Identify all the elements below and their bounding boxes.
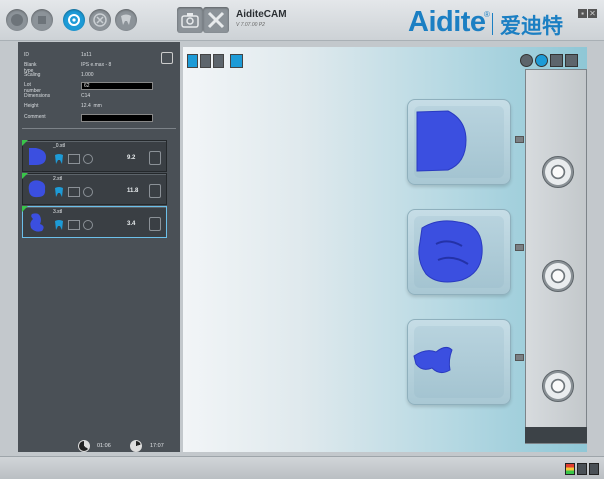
view-tooth-button[interactable] [187,54,198,68]
restoration-thumbnail [29,148,46,165]
view-bridge-button[interactable] [200,54,211,68]
restoration-thumbnail [30,213,44,232]
remaining-time: 17:07 [150,443,164,449]
brand-logo-cn: 爱迪特 [500,15,563,38]
divider [22,128,176,129]
job-card[interactable]: _0.stl 9.2 [22,140,167,172]
app-title: AiditeCAM [236,9,287,20]
stop-icon [38,16,46,24]
restoration-model [413,346,453,374]
close-icon[interactable]: ✕ [588,9,597,18]
brand-logo-en: Aidite [408,6,486,38]
tooth-icon [55,220,63,230]
screw-icon [542,370,574,402]
brand-separator [492,13,493,35]
display-mode-button[interactable] [520,54,533,67]
material-blank[interactable] [407,319,511,405]
display-solid-button[interactable] [535,54,548,67]
stop-button[interactable] [31,9,53,31]
camera-button[interactable] [177,7,203,33]
elapsed-clock-icon [78,440,90,452]
remaining-clock-icon [130,440,142,452]
blank-peg [515,244,524,251]
info-icon[interactable] [589,463,599,475]
app-window: AiditeCAM V 7.07.00 P2 Aidite ® 爱迪特 ▪ ✕ I… [0,0,604,479]
connector-icon [83,154,93,164]
tooth-icon [121,14,131,25]
app-version: V 7.07.00 P2 [236,22,265,28]
window-controls: ▪ ✕ [577,3,599,18]
lot-number-field[interactable]: 62 [81,82,153,90]
job-panel: ID 1s11 Blank type IPS e.max - 8 Scaling… [18,42,180,452]
gear-icon [68,14,80,26]
camera-icon [181,13,199,28]
3d-viewport[interactable] [183,47,587,452]
bridge-icon [68,154,80,164]
tool-icon[interactable] [149,184,161,198]
top-toolbar: AiditeCAM V 7.07.00 P2 Aidite ® 爱迪特 ▪ ✕ [0,0,604,41]
status-light-icon [565,463,575,475]
display-box-button[interactable] [565,54,578,67]
material-blank[interactable] [407,99,511,185]
view-material-button[interactable] [230,54,243,68]
registered-mark: ® [484,10,490,19]
tooth-button[interactable] [115,9,137,31]
restoration-model [418,220,483,283]
holder-base [525,427,587,443]
tool-icon[interactable] [149,217,161,231]
bridge-icon [68,187,80,197]
blank-peg [515,136,524,143]
comment-field[interactable] [81,114,153,122]
tools-button[interactable] [203,7,229,33]
cancel-button[interactable] [89,9,111,31]
screw-icon [542,260,574,292]
material-blank[interactable] [407,209,511,295]
cancel-icon [93,13,107,27]
restoration-model [416,110,467,172]
tool-icon[interactable] [149,151,161,165]
display-grid-button[interactable] [550,54,563,67]
blank-info-icon[interactable] [161,52,173,64]
machine-icon[interactable] [577,463,587,475]
elapsed-time: 01:06 [97,443,111,449]
tools-icon [207,11,225,29]
connector-icon [83,187,93,197]
tooth-icon [55,154,63,164]
screw-icon [542,156,574,188]
settings-button[interactable] [63,9,85,31]
milling-holder [525,69,587,444]
view-blank-button[interactable] [213,54,224,68]
connector-icon [83,220,93,230]
restoration-thumbnail [28,180,46,198]
tooth-icon [55,187,63,197]
blank-peg [515,354,524,361]
job-card[interactable]: 2.stl 11.8 [22,173,167,205]
bridge-icon [68,220,80,230]
minimize-icon[interactable]: ▪ [578,9,587,18]
job-card-selected[interactable]: 3.stl 3.4 [22,206,167,238]
disk-icon [11,14,23,26]
status-bar [0,456,604,479]
disk-button[interactable] [6,9,28,31]
